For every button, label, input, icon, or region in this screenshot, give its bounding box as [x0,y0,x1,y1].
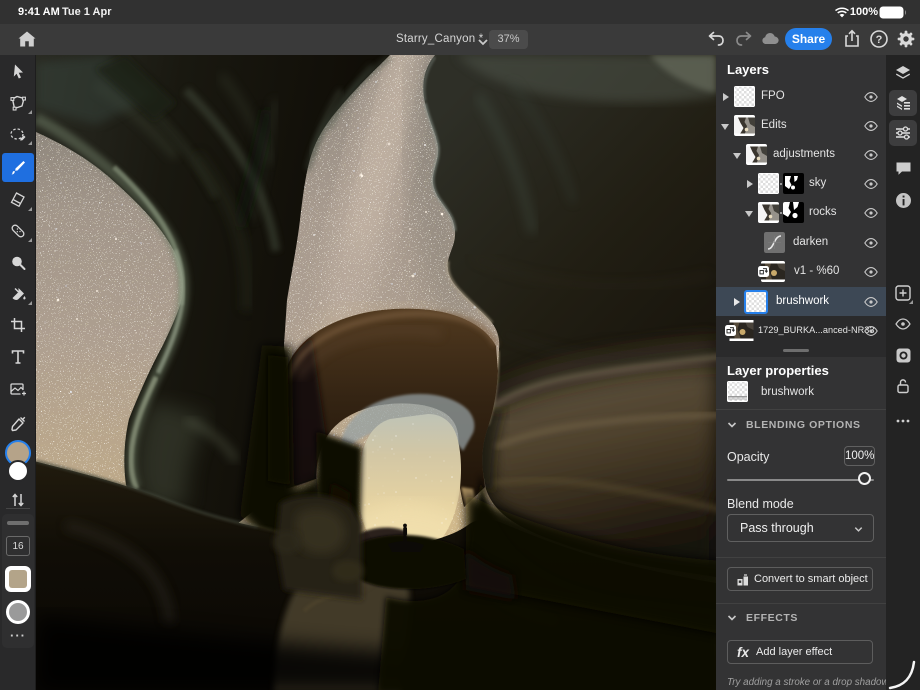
svg-text:?: ? [876,34,883,46]
